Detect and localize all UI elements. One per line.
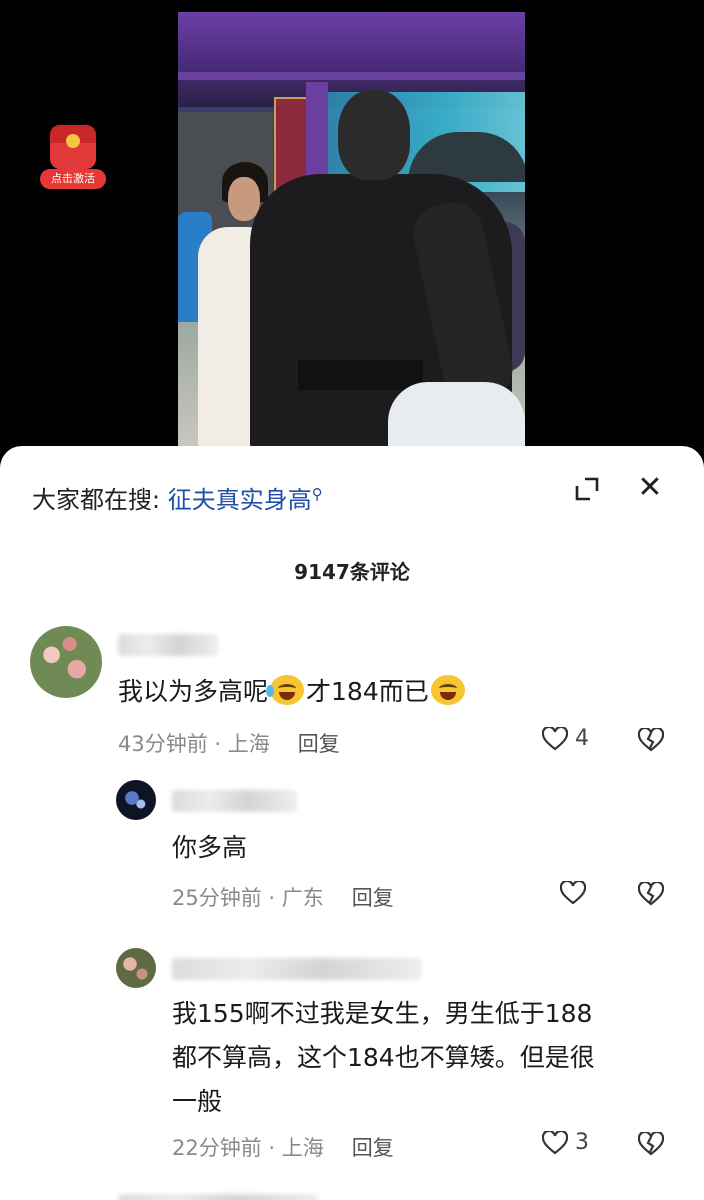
- video-scene-belt: [298, 360, 423, 390]
- badge-label: 点击激活: [40, 169, 106, 189]
- reply-button[interactable]: 回复: [352, 886, 394, 910]
- broken-heart-icon[interactable]: [638, 728, 664, 752]
- heart-icon: [542, 1131, 568, 1155]
- username-blurred[interactable]: [172, 790, 297, 812]
- avatar[interactable]: [30, 626, 102, 698]
- broken-heart-icon[interactable]: [638, 1132, 664, 1156]
- comment-meta: 43分钟前 · 上海 回复: [118, 732, 340, 756]
- comment-sheet: 大家都在搜: 征夫真实身高⚲ ✕ 9147条评论 我以为多高呢 才184而已 43…: [0, 446, 704, 1200]
- video-player[interactable]: [178, 12, 525, 447]
- comment-text: 我以为多高呢 才184而已: [118, 670, 467, 714]
- avatar[interactable]: [116, 780, 156, 820]
- like-button[interactable]: [560, 880, 586, 905]
- comment-meta: 22分钟前 · 上海 回复: [172, 1136, 394, 1160]
- coin-icon: [66, 134, 80, 148]
- trending-search-keyword[interactable]: 征夫真实身高: [168, 486, 312, 514]
- video-scene-foreground: [388, 382, 525, 447]
- reply-button[interactable]: 回复: [298, 732, 340, 756]
- trending-search[interactable]: 大家都在搜: 征夫真实身高⚲: [32, 480, 323, 515]
- crying-laugh-emoji: [266, 675, 305, 705]
- next-comment-peek: [118, 1194, 318, 1200]
- avatar[interactable]: [116, 948, 156, 988]
- close-icon[interactable]: ✕: [636, 473, 664, 503]
- expand-icon[interactable]: [574, 476, 600, 502]
- like-button[interactable]: 3: [542, 1130, 589, 1155]
- comment-text: 你多高: [172, 833, 248, 862]
- video-scene-man-head: [338, 90, 410, 180]
- comment-text: 我155啊不过我是女生，男生低于188 都不算高，这个184也不算矮。但是很 一…: [172, 999, 595, 1116]
- trending-search-prefix: 大家都在搜:: [32, 486, 161, 514]
- search-icon: ⚲: [311, 485, 323, 503]
- reply-button[interactable]: 回复: [352, 1136, 394, 1160]
- heart-icon: [560, 881, 586, 905]
- red-packet-badge[interactable]: 点击激活: [40, 125, 106, 190]
- comment-count: 9147条评论: [294, 560, 410, 584]
- like-button[interactable]: 4: [542, 726, 589, 751]
- comment-meta: 25分钟前 · 广东 回复: [172, 886, 394, 910]
- username-blurred[interactable]: [172, 958, 422, 980]
- grin-emoji: [430, 675, 465, 705]
- username-blurred[interactable]: [118, 634, 218, 656]
- heart-icon: [542, 727, 568, 751]
- broken-heart-icon[interactable]: [638, 882, 664, 906]
